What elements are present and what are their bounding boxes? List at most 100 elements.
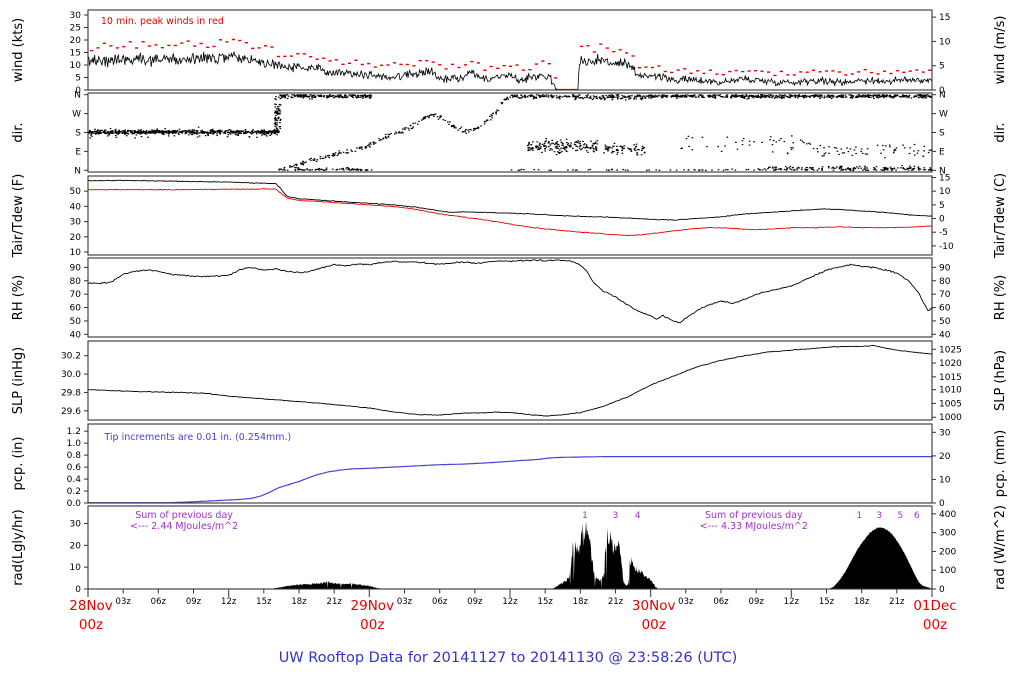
- dir-dot: [834, 167, 837, 169]
- dir-dot: [330, 95, 332, 97]
- dir-dot: [924, 95, 926, 97]
- dir-dot: [535, 97, 538, 99]
- dir-dot: [725, 95, 728, 97]
- dir-dot: [823, 153, 826, 155]
- ytick-label-left-wind: 30: [70, 11, 82, 21]
- dir-dot: [151, 130, 154, 132]
- dir-dot: [838, 168, 841, 170]
- dir-dot: [126, 133, 129, 135]
- dir-dot: [337, 94, 339, 96]
- dir-dot: [718, 95, 721, 97]
- ytick-label-right-rh: 80: [939, 277, 951, 287]
- ytick-label-left-wind: 15: [70, 49, 81, 59]
- dir-dot: [256, 136, 258, 138]
- dir-dot: [567, 95, 570, 97]
- dir-dot: [300, 95, 303, 97]
- dir-dot: [229, 133, 232, 135]
- dir-dot: [691, 137, 694, 139]
- dir-dot: [259, 131, 261, 133]
- dir-dot: [412, 126, 414, 128]
- dir-dot: [923, 167, 926, 169]
- dir-dot: [609, 96, 612, 98]
- dir-dot: [832, 169, 835, 171]
- dir-dot: [847, 151, 850, 153]
- dir-dot: [594, 148, 597, 150]
- dir-dot: [823, 155, 825, 157]
- dir-dot: [398, 131, 400, 133]
- dir-dot: [211, 133, 214, 135]
- xtick-label-hour: 12z: [784, 597, 800, 607]
- dir-dot: [578, 147, 581, 149]
- axis-label-right-rh: RH (%): [993, 275, 1008, 320]
- dir-dot: [893, 167, 895, 169]
- dir-dot: [366, 169, 368, 171]
- xtick-label-hour: 09z: [749, 597, 765, 607]
- dir-dot: [789, 95, 792, 97]
- dir-dot: [780, 138, 782, 140]
- dir-dot: [669, 169, 672, 171]
- dir-dot: [903, 95, 906, 97]
- dir-dot: [109, 130, 112, 132]
- ytick-label-left-rh: 50: [70, 317, 82, 327]
- dir-dot: [517, 169, 520, 171]
- dir-dot: [541, 151, 543, 153]
- dir-dot: [540, 146, 542, 148]
- dir-dot: [311, 98, 313, 100]
- dir-dot: [204, 135, 207, 137]
- dir-dot: [611, 99, 614, 101]
- dir-dot: [269, 131, 271, 133]
- dir-dot: [276, 122, 278, 124]
- annotation-rad-8: 3: [876, 511, 882, 521]
- dir-dot: [276, 111, 279, 113]
- dir-dot: [528, 94, 531, 97]
- dir-dot: [359, 147, 361, 149]
- dir-dot: [801, 140, 804, 142]
- dir-dot: [156, 130, 158, 132]
- dir-dot: [828, 152, 830, 154]
- dir-dot: [902, 167, 904, 169]
- dir-dot: [675, 94, 677, 96]
- ytick-label-left-dir: W: [72, 110, 81, 120]
- ytick-label-right-tair: 15: [939, 174, 950, 184]
- dir-dot: [325, 167, 328, 169]
- ytick-label-left-rh: 40: [70, 330, 82, 340]
- dir-dot: [542, 95, 544, 97]
- dir-dot: [860, 167, 862, 169]
- xtick-label-time: 00z: [642, 617, 666, 633]
- dir-dot: [819, 144, 822, 147]
- dir-dot: [805, 95, 808, 97]
- dir-dot: [528, 147, 530, 149]
- dir-dot: [792, 147, 794, 149]
- dir-dot: [190, 131, 193, 133]
- dir-dot: [791, 169, 793, 171]
- dir-dot: [748, 95, 751, 97]
- dir-dot: [556, 141, 559, 143]
- axis-label-right-wind: wind (m/s): [993, 16, 1008, 85]
- dir-dot: [616, 151, 619, 153]
- dir-dot: [345, 167, 347, 169]
- dir-dot: [585, 150, 588, 152]
- dir-dot: [886, 95, 889, 97]
- dir-dot: [544, 150, 546, 152]
- dir-dot: [154, 131, 156, 133]
- dir-dot: [677, 95, 679, 97]
- dir-dot: [275, 96, 277, 98]
- dir-dot: [216, 134, 218, 137]
- dir-dot: [240, 132, 242, 135]
- dir-dot: [347, 166, 349, 169]
- dir-dot: [181, 132, 184, 134]
- dir-dot: [114, 129, 117, 132]
- ytick-label-right-pcp: 10: [939, 475, 951, 485]
- dir-dot: [355, 169, 358, 171]
- xtick-label-hour: 15z: [538, 597, 554, 607]
- dir-dot: [616, 148, 619, 151]
- dir-dot: [611, 152, 613, 154]
- dir-dot: [453, 124, 455, 126]
- xtick-label-time: 00z: [923, 617, 947, 633]
- dir-dot: [781, 96, 784, 98]
- series-peak-wind-10min: [89, 38, 932, 91]
- dir-dot: [627, 169, 629, 171]
- dir-dot: [90, 134, 92, 136]
- ytick-label-left-tair: 20: [70, 233, 82, 243]
- dir-dot: [276, 128, 279, 130]
